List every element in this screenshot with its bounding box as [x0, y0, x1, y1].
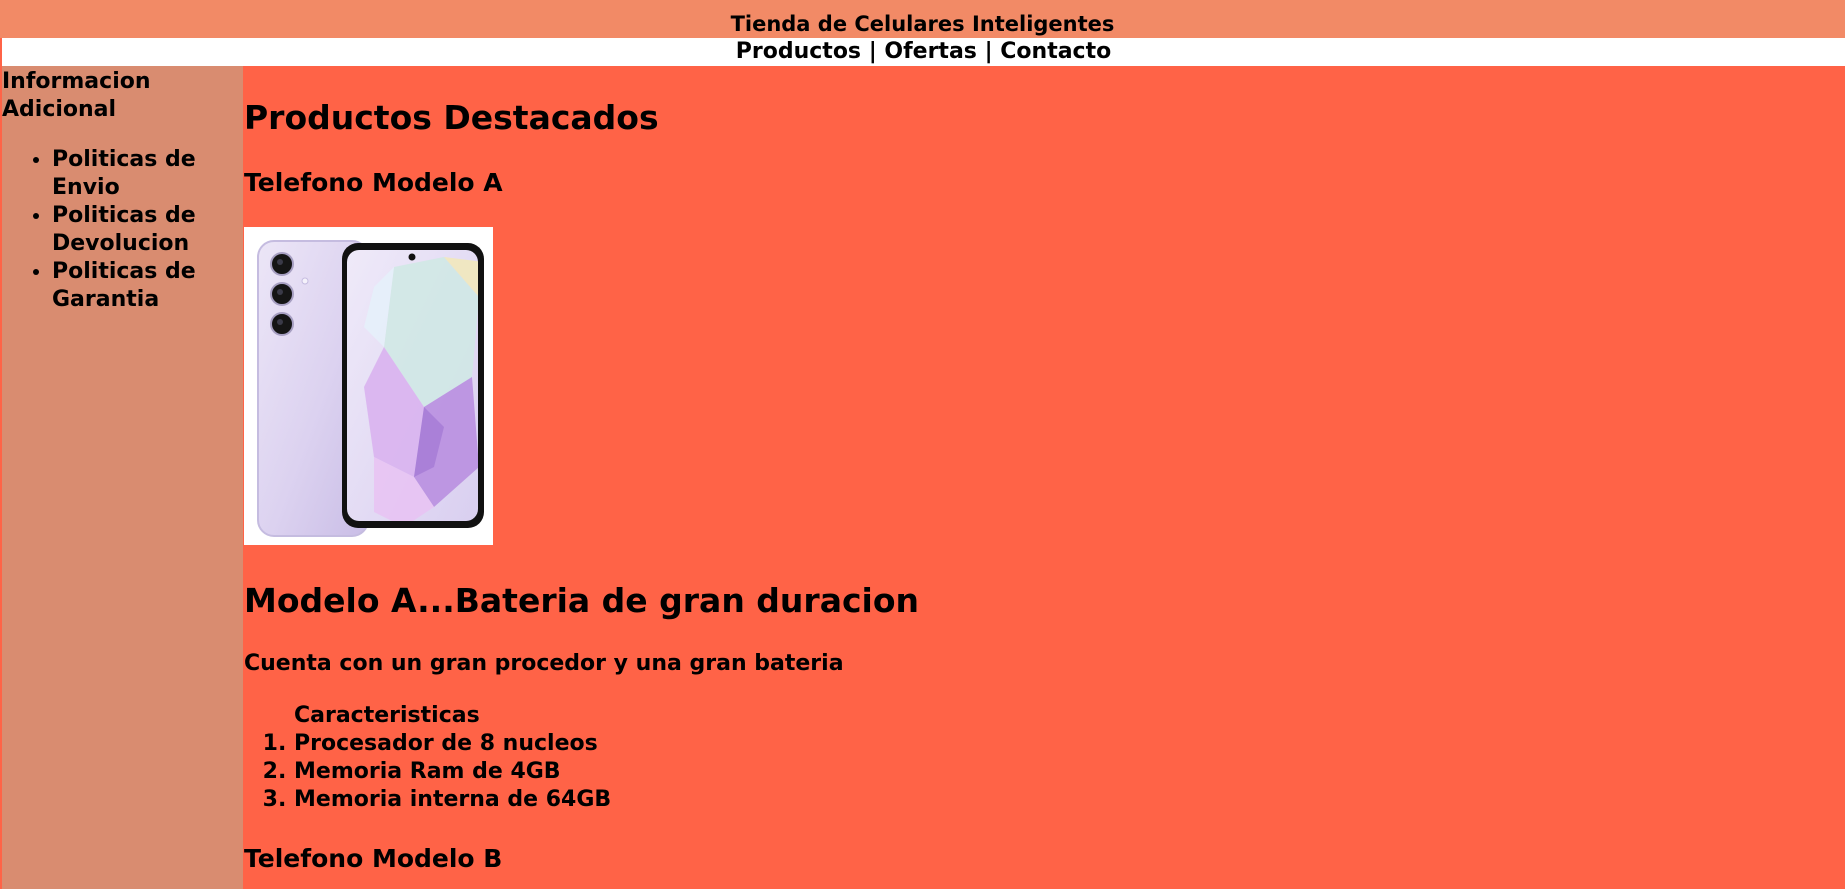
site-title: Tienda de Celulares Inteligentes [730, 12, 1115, 36]
sidebar-list: Politicas de Envio Politicas de Devoluci… [2, 146, 243, 314]
nav-separator: | [976, 39, 1001, 64]
feature-item: Procesador de 8 nucleos [294, 730, 611, 758]
product-a-description: Cuenta con un gran procedor y una gran b… [244, 651, 844, 676]
nav-link-ofertas[interactable]: Ofertas [884, 39, 977, 64]
features-list: Procesador de 8 nucleos Memoria Ram de 4… [244, 730, 611, 814]
phone-illustration [257, 240, 484, 537]
product-a-headline: Modelo A...Bateria de gran duracion [244, 581, 920, 620]
nav-link-productos[interactable]: Productos [736, 39, 861, 64]
features-caption: Caracteristicas [294, 703, 480, 728]
feature-item: Memoria Ram de 4GB [294, 758, 611, 786]
page-heading: Productos Destacados [244, 98, 659, 137]
sidebar-title: Informacion Adicional [2, 69, 151, 122]
nav-bar: Productos | Ofertas | Contacto [2, 38, 1845, 66]
product-b-title: Telefono Modelo B [244, 844, 503, 873]
nav-separator: | [861, 39, 885, 64]
sidebar-item-garantia[interactable]: Politicas de Garantia [52, 258, 243, 314]
main-content: Productos Destacados Telefono Modelo A M… [244, 66, 1845, 889]
nav-link-contacto[interactable]: Contacto [1000, 39, 1111, 64]
feature-item: Memoria interna de 64GB [294, 786, 611, 814]
product-a-title: Telefono Modelo A [244, 168, 503, 197]
product-a-image [244, 227, 493, 545]
sidebar: Informacion Adicional Politicas de Envio… [2, 66, 243, 889]
sidebar-item-envio[interactable]: Politicas de Envio [52, 146, 243, 202]
sidebar-item-devolucion[interactable]: Politicas de Devolucion [52, 202, 243, 258]
site-header: Tienda de Celulares Inteligentes [0, 0, 1845, 38]
